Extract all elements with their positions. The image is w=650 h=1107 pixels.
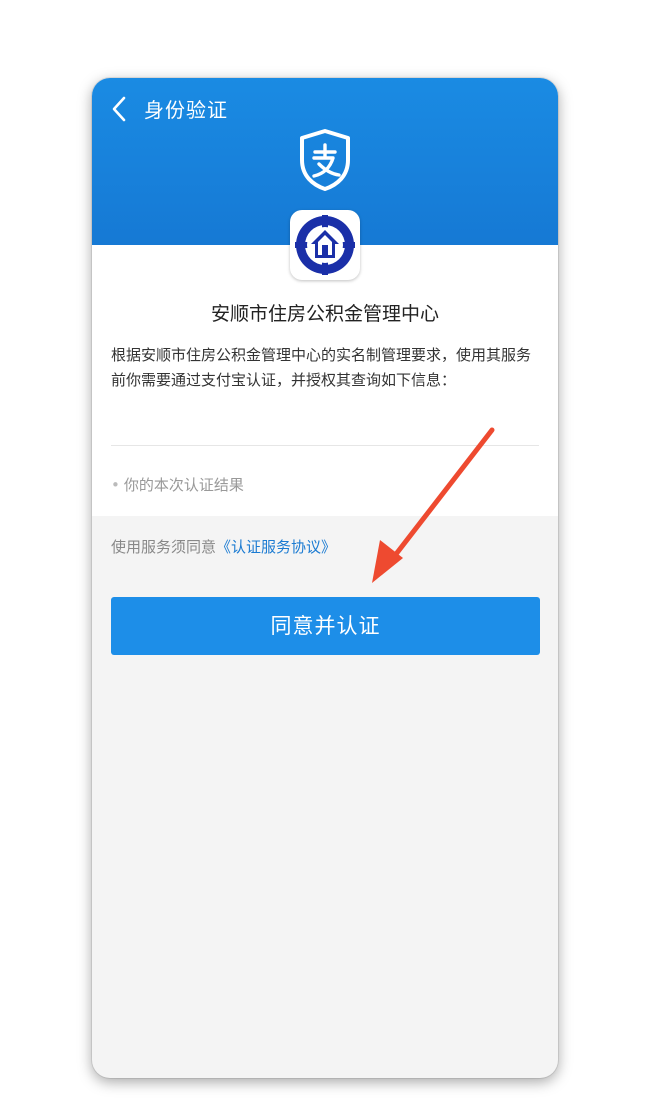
bullet-icon: • [111, 476, 120, 494]
org-name: 安顺市住房公积金管理中心 [210, 303, 439, 325]
list-item: • 你的本次认证结果 [111, 474, 244, 495]
agreement-prefix: 使用服务须同意 [111, 538, 217, 556]
page-title: 身份验证 [144, 98, 228, 122]
agreement-link[interactable]: 《认证服务协议》 [216, 538, 336, 556]
divider [111, 445, 539, 446]
agreement-notice: 使用服务须同意《认证服务协议》 [111, 536, 336, 557]
phone-frame: 身份验证 安顺市住房公积金管理中心 根据安顺市住房公积金管理中心的实名制管理要求… [92, 78, 558, 1078]
chevron-left-icon [112, 96, 126, 122]
alipay-shield-icon [300, 129, 350, 191]
back-button[interactable] [106, 92, 134, 126]
authorization-description: 根据安顺市住房公积金管理中心的实名制管理要求，使用其服务前你需要通过支付宝认证，… [111, 346, 532, 389]
agree-and-verify-button[interactable]: 同意并认证 [111, 597, 540, 655]
housing-fund-logo-icon [294, 214, 356, 276]
authorized-item-label: 你的本次认证结果 [123, 476, 244, 494]
org-logo [290, 210, 360, 280]
